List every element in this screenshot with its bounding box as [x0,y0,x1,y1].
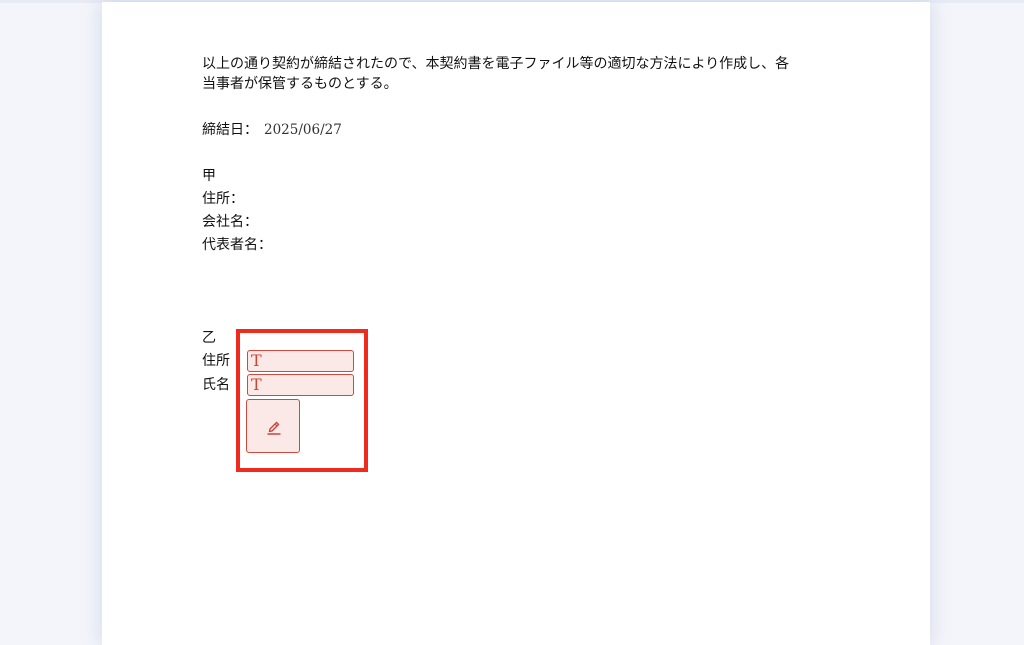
party-b-name-label: 氏名 [202,377,230,393]
date-label: 締結日： [202,122,258,138]
document-page: 以上の通り契約が締結されたので、本契約書を電子ファイル等の適切な方法により作成し… [102,2,930,645]
closing-paragraph-line-2: 当事者が保管するものとする。 [202,76,398,92]
closing-paragraph-line-1: 以上の通り契約が締結されたので、本契約書を電子ファイル等の適切な方法により作成し… [202,56,790,72]
party-a-heading: 甲 [202,168,216,184]
party-a-representative-label: 代表者名： [202,237,272,253]
party-a-address-label: 住所： [202,191,244,207]
pen-icon [267,421,281,435]
party-a-company-label: 会社名： [202,214,258,230]
party-b-signature-field[interactable] [246,399,300,453]
text-field-icon: T [251,375,262,394]
party-b-address-label: 住所 [202,353,230,369]
party-b-address-text-field[interactable]: T [247,350,354,372]
party-b-heading: 乙 [202,330,216,346]
text-field-icon: T [251,351,262,370]
date-value: 2025/06/27 [264,122,342,138]
party-b-name-text-field[interactable]: T [247,374,354,396]
closing-paragraph: 以上の通り契約が締結されたので、本契約書を電子ファイル等の適切な方法により作成し… [202,54,789,94]
